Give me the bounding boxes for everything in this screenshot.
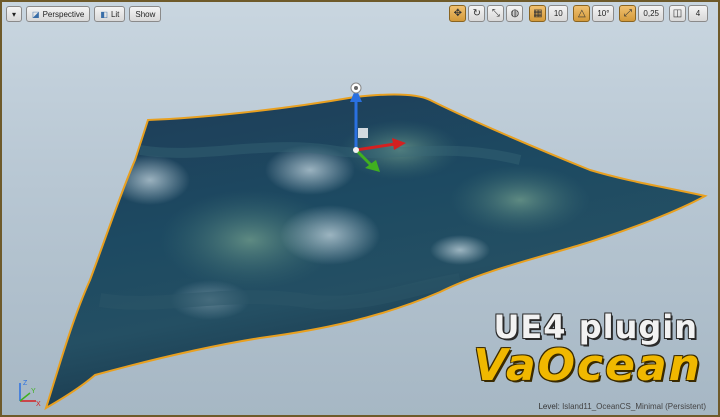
scale-snap-button[interactable]: ⤢ [619, 5, 637, 22]
level-status: Level: Island11_OceanCS_Minimal (Persist… [538, 402, 706, 411]
axis-x-label: X [36, 401, 41, 407]
lit-label: Lit [110, 9, 120, 19]
show-button[interactable]: Show [129, 6, 162, 22]
show-label: Show [135, 9, 156, 19]
viewport-toolbar-left: ▾ ◪ Perspective ◧ Lit Show [6, 6, 162, 22]
rotate-mode-button[interactable]: ↻ [468, 5, 486, 22]
scale-snap-value[interactable]: 0,25 [638, 5, 664, 22]
scale-snap-icon: ⤢ [623, 8, 632, 19]
rotation-snap-button[interactable]: △ [573, 5, 591, 22]
level-name: Island11_OceanCS_Minimal (Persistent) [562, 402, 706, 411]
axis-z-label: Z [23, 380, 28, 387]
grid-icon: ▦ [533, 8, 543, 19]
world-space-button[interactable]: ◍ [506, 5, 524, 22]
level-label: Level: [538, 402, 560, 411]
scale-mode-button[interactable]: ⤡ [487, 5, 505, 22]
lit-icon: ◧ [100, 9, 108, 19]
editor-viewport[interactable]: ▾ ◪ Perspective ◧ Lit Show ✥ ↻ ⤡ ◍ ▦ 10 [0, 0, 720, 417]
plugin-name: VaOcean [473, 340, 702, 391]
viewport-options-button[interactable]: ▾ [6, 6, 23, 22]
translate-mode-button[interactable]: ✥ [449, 5, 467, 22]
gizmo-plane-handle [358, 128, 368, 138]
viewport-toolbar-right: ✥ ↻ ⤡ ◍ ▦ 10 △ 10° ⤢ 0,25 ◫ 4 [449, 5, 711, 22]
angle-icon: △ [577, 8, 586, 19]
camera-icon: ◫ [672, 8, 683, 19]
chevron-down-icon: ▾ [12, 9, 17, 19]
grid-snap-button[interactable]: ▦ [529, 5, 547, 22]
globe-icon: ◍ [510, 8, 520, 19]
axis-indicator: Z X Y [19, 380, 41, 407]
perspective-label: Perspective [42, 9, 85, 19]
actor-icon [350, 82, 362, 94]
grid-snap-value[interactable]: 10 [548, 5, 569, 22]
rotation-snap-value[interactable]: 10° [592, 5, 615, 22]
axis-y-label: Y [31, 388, 36, 395]
rotate-icon: ↻ [472, 8, 481, 19]
translate-icon: ✥ [453, 8, 462, 19]
perspective-button[interactable]: ◪ Perspective [26, 6, 91, 22]
camera-speed-value[interactable]: 4 [688, 5, 708, 22]
camera-speed-button[interactable]: ◫ [669, 5, 686, 22]
scale-icon: ⤡ [491, 8, 500, 19]
lit-button[interactable]: ◧ Lit [94, 6, 126, 22]
gizmo-center [353, 147, 359, 153]
perspective-icon: ◪ [32, 9, 40, 19]
